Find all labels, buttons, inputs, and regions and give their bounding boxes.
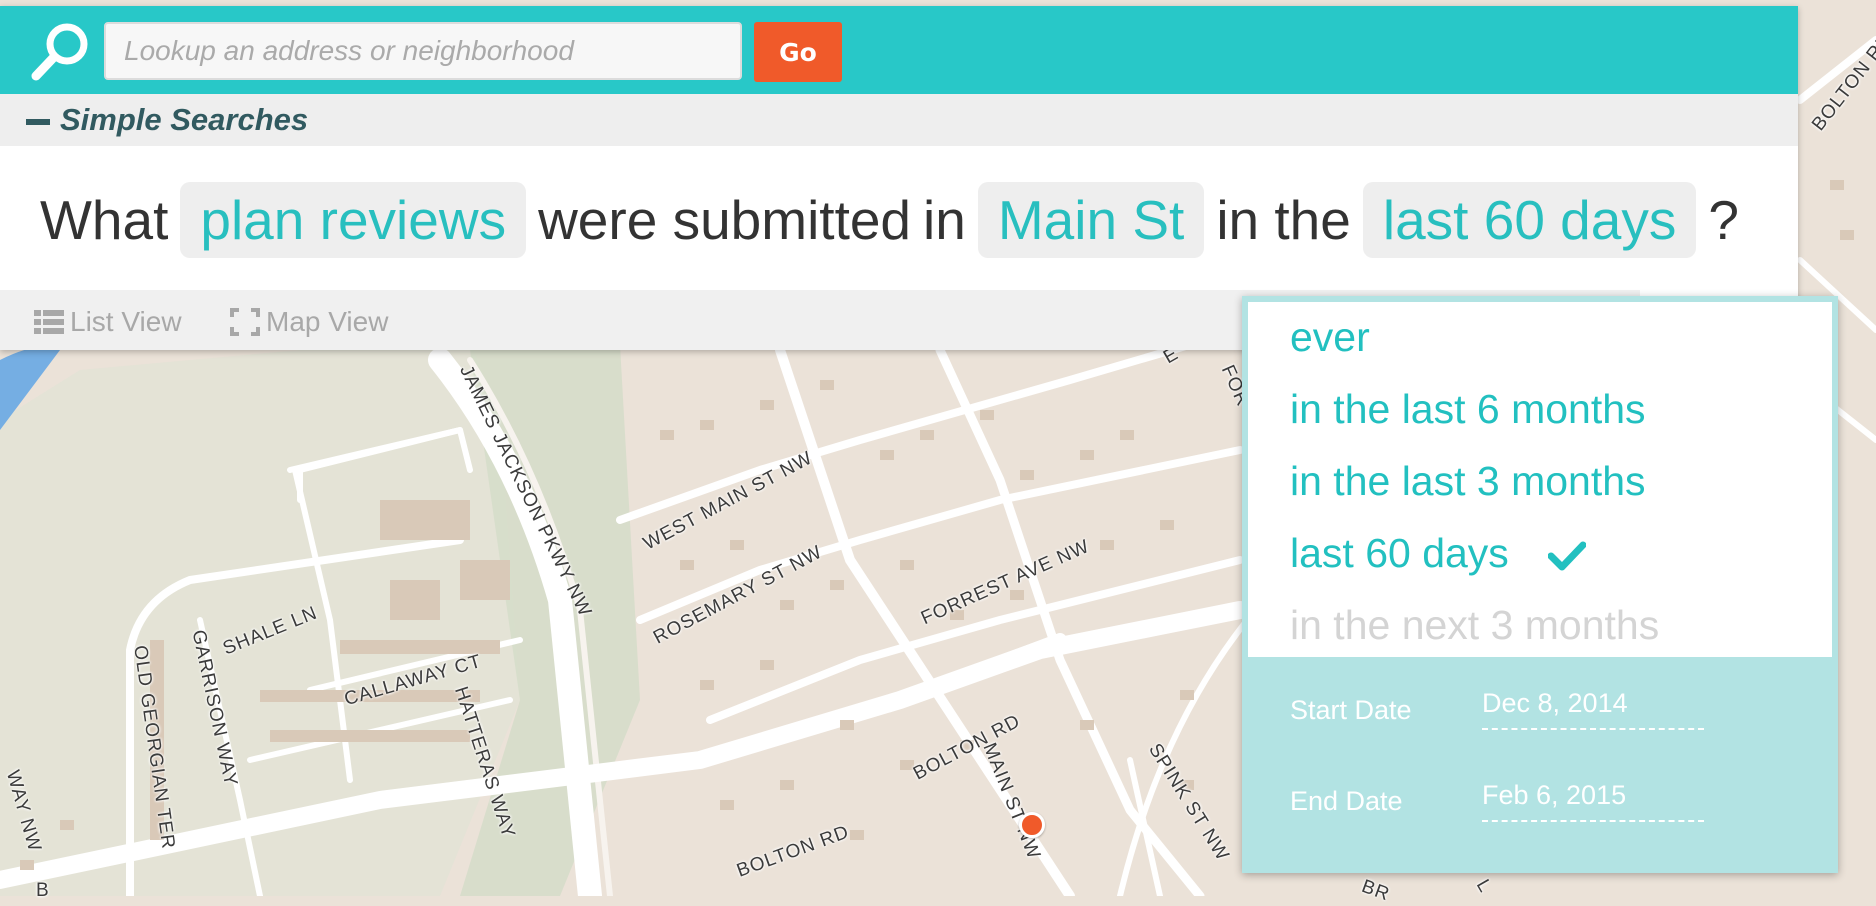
option-next-3-months: in the next 3 months (1290, 602, 1659, 649)
list-icon (34, 310, 64, 334)
option-label: in the next 3 months (1290, 602, 1660, 648)
checkmark-icon (1548, 541, 1587, 571)
list-view-tab[interactable]: List View (34, 306, 182, 338)
option-label: in the last 6 months (1290, 386, 1646, 432)
search-bar: Go (0, 6, 1798, 94)
query-word-in-the: in the (1216, 189, 1351, 251)
query-sentence: What plan reviews were submitted in Main… (40, 174, 1751, 266)
option-last-6-months[interactable]: in the last 6 months (1290, 386, 1646, 433)
option-last-3-months[interactable]: in the last 3 months (1290, 458, 1646, 505)
simple-searches-bar[interactable]: Simple Searches (0, 94, 1798, 146)
query-word-were-submitted: were submitted (538, 189, 912, 251)
option-ever[interactable]: ever (1290, 314, 1370, 361)
address-search-input[interactable] (104, 22, 742, 80)
map-view-tab[interactable]: Map View (230, 306, 388, 338)
start-date-field[interactable]: Dec 8, 2014 (1482, 688, 1704, 730)
simple-searches-title[interactable]: Simple Searches (60, 102, 308, 138)
option-last-60-days[interactable]: last 60 days (1290, 530, 1587, 577)
record-type-selector[interactable]: plan reviews (180, 182, 527, 258)
time-range-options: ever in the last 6 months in the last 3 … (1248, 302, 1832, 657)
location-marker[interactable] (1019, 812, 1045, 838)
search-icon[interactable] (30, 20, 92, 82)
list-view-label: List View (70, 306, 182, 337)
start-date-label: Start Date (1290, 695, 1412, 725)
end-date-field[interactable]: Feb 6, 2015 (1482, 780, 1704, 822)
location-selector[interactable]: Main St (977, 182, 1205, 258)
expand-icon (230, 308, 260, 336)
query-word-what: What (40, 189, 169, 251)
time-range-dropdown: ever in the last 6 months in the last 3 … (1242, 296, 1838, 873)
time-range-selector[interactable]: last 60 days (1362, 182, 1697, 258)
collapse-icon[interactable] (26, 119, 50, 125)
option-label: ever (1290, 314, 1370, 360)
option-label: in the last 3 months (1290, 458, 1646, 504)
map-view-label: Map View (266, 306, 389, 337)
option-label: last 60 days (1290, 530, 1509, 576)
query-question-mark: ? (1708, 189, 1739, 251)
query-word-in: in (923, 189, 966, 251)
go-button[interactable]: Go (754, 22, 842, 82)
street-label: B (36, 880, 50, 901)
end-date-label: End Date (1290, 786, 1403, 816)
